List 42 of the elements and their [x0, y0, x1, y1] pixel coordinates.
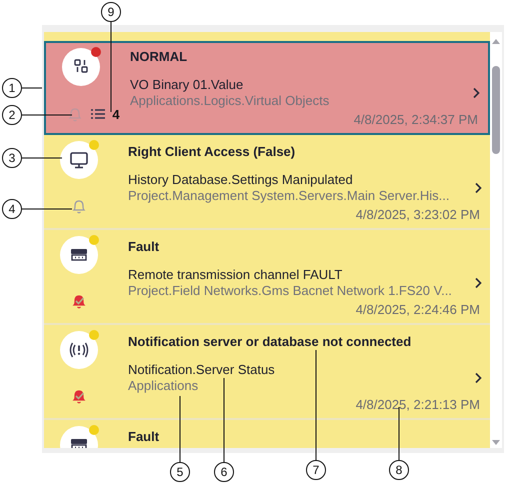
alarm-title: Fault	[128, 239, 160, 255]
alarm-title: Right Client Access (False)	[128, 144, 296, 160]
chevron-icon[interactable]	[474, 182, 482, 194]
chevron-icon[interactable]	[474, 277, 482, 289]
leader-line	[398, 406, 400, 460]
scrollbar[interactable]	[490, 32, 502, 448]
callout-number: 3	[2, 148, 22, 168]
callout-number: 9	[101, 2, 121, 22]
callout-number: 4	[2, 199, 22, 219]
callout-number: 6	[214, 462, 234, 482]
alarm-row[interactable]: 4 NORMAL VO Binary 01.Value Applications.Logics.Virtual Objects 4/8/2025, 2:34:37 PM	[44, 41, 490, 135]
alarm-source: Notification.Server Status	[128, 362, 276, 378]
callout-number: 8	[389, 460, 409, 480]
callout-number: 5	[170, 462, 190, 482]
alarm-path: Project.Management System.Servers.Main Server.His...	[128, 188, 451, 204]
event-count: 4	[112, 106, 120, 122]
alarm-time: 4/8/2025, 2:21:13 PM	[354, 397, 481, 413]
callout-number: 2	[2, 105, 22, 125]
alarm-path: Project.Field Networks.Gms Bacnet Network 1.FS20 V...	[128, 283, 453, 299]
chevron-icon[interactable]	[474, 372, 482, 384]
alarm-source: Remote transmission channel FAULT	[128, 267, 344, 283]
alarm-row[interactable]: Right Client Access (False) History Database.Settings Manipulated Project.Management System.Servers.Main Server.His... 4/8/2025, 3:23:02 PM	[44, 135, 490, 230]
alarm-title: Fault	[128, 429, 160, 445]
alarm-time: 4/8/2025, 2:34:37 PM	[352, 112, 479, 128]
leader-line	[22, 208, 72, 210]
alarm-row[interactable]: Fault Remote transmission channel FAULT Project.Field Networks.Gms Bacnet Network 1.FS20 V... 4/8/2025, 2:24:46 PM	[44, 230, 490, 325]
alarm-time: 4/8/2025, 3:23:02 PM	[354, 207, 481, 223]
alarm-time: 4/8/2025, 2:24:46 PM	[354, 302, 481, 318]
alarm-source: History Database.Settings Manipulated	[128, 172, 354, 188]
chevron-icon[interactable]	[472, 87, 480, 99]
alarm-row[interactable]: Notification server or database not connected Notification.Server Status Applications 4/8/2025, 2:21:13 PM	[44, 325, 490, 420]
callout-number: 7	[306, 460, 326, 480]
leader-line	[22, 114, 72, 116]
callout-number: 1	[2, 78, 22, 98]
alarm-path: Applications	[128, 378, 200, 394]
list-icon[interactable]	[90, 107, 106, 121]
monitor-icon	[68, 149, 90, 171]
alarm-title: Notification server or database not connected	[128, 334, 412, 350]
alarm-title: NORMAL	[130, 49, 188, 65]
alarm-source: VO Binary 01.Value	[130, 77, 244, 93]
scroll-thumb[interactable]	[492, 66, 500, 154]
alarm-path: Applications.Logics.Virtual Objects	[130, 93, 330, 109]
